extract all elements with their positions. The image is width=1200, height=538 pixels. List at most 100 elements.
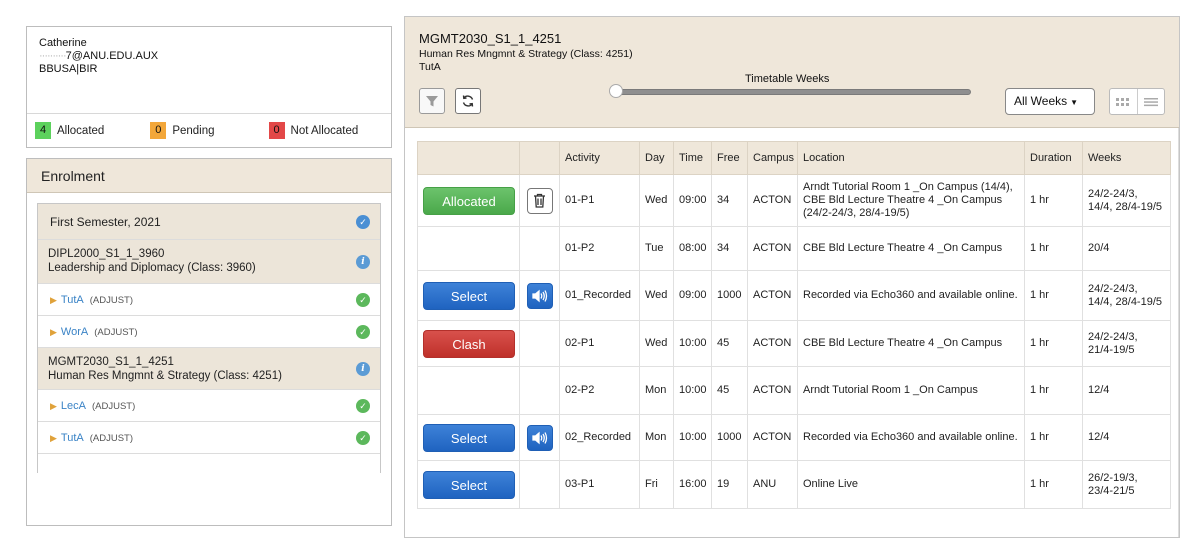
icon-cell [519,174,560,227]
col-header-time[interactable]: Time [673,141,712,175]
filter-button[interactable] [419,88,445,114]
campus-cell: ACTON [747,414,798,461]
icon-cell [519,460,560,509]
col-header-location[interactable]: Location [797,141,1025,175]
adjust-label: (ADJUST) [89,433,134,444]
class-name: Human Res Mngmnt & Strategy (Class: 4251… [419,48,633,60]
free-cell: 34 [711,174,748,227]
class-code: MGMT2030_S1_1_4251 [419,31,562,46]
delete-button[interactable] [526,187,553,214]
list-view-button[interactable] [1138,89,1165,114]
course-row-dipl2000[interactable]: DIPL2000_S1_1_3960 Leadership and Diplom… [38,240,380,284]
refresh-button[interactable] [455,88,481,114]
check-icon: ✓ [356,430,370,445]
caret-down-icon: ▼ [1070,98,1079,107]
free-cell: 45 [711,366,748,415]
duration-cell: 1 hr [1024,414,1083,461]
table-row: Allocated 01-P1 Wed 09:00 34 ACTON Arndt Tutor… [417,174,1171,227]
activity-cell: 01-P1 [559,174,640,227]
activity-cell: 03-P1 [559,460,640,509]
col-header-campus[interactable]: Campus [747,141,798,175]
activity-link[interactable]: LecA [61,400,86,412]
clash-button[interactable]: Clash [423,329,515,358]
weeks-slider-handle[interactable] [609,84,623,98]
location-cell: Online Live [797,460,1025,509]
enrolment-panel: Enrolment First Semester, 2021 ✓ DIPL200… [26,158,392,526]
check-icon: ✓ [356,324,370,339]
col-header-day[interactable]: Day [639,141,674,175]
activity-link[interactable]: TutA [61,294,84,306]
pending-count-badge: 0 [150,122,167,139]
icon-cell [519,270,560,321]
free-cell: 1000 [711,414,748,461]
activity-row-wora[interactable]: ▶ WorA (ADJUST) ✓ [38,316,380,348]
triangle-right-icon: ▶ [50,401,57,411]
activity-cell: 02_Recorded [559,414,640,461]
class-options-table: Activity Day Time Free Campus Location D… [417,141,1171,509]
icon-cell [519,320,560,367]
campus-cell: ACTON [747,174,798,227]
trash-icon [534,193,545,208]
audio-button[interactable] [526,282,553,309]
status-allocated: 4 Allocated [35,122,104,139]
course-name: Human Res Mngmnt & Strategy (Class: 4251… [48,370,282,382]
list-view-icon [1143,97,1158,106]
location-cell: Arndt Tutorial Room 1 _On Campus [797,366,1025,415]
col-header-weeks[interactable]: Weeks [1082,141,1171,175]
scroll-track[interactable] [1178,128,1179,537]
table-header-row: Activity Day Time Free Campus Location D… [417,141,1171,175]
allocation-status-bar: 4 Allocated 0 Pending 0 Not Allocated [27,113,391,147]
location-cell: Recorded via Echo360 and available onlin… [797,414,1025,461]
time-cell: 08:00 [673,226,712,271]
select-button[interactable]: Select [423,470,515,499]
col-header-activity[interactable]: Activity [559,141,640,175]
weeks-cell: 24/2-24/3, 14/4, 28/4-19/5 [1082,270,1171,321]
location-cell: CBE Bld Lecture Theatre 4 _On Campus [797,226,1025,271]
course-name: Leadership and Diplomacy (Class: 3960) [48,262,256,274]
email-suffix: 7@ANU.EDU.AUX [65,50,159,62]
activity-link[interactable]: TutA [61,432,84,444]
user-email: ··········7@ANU.EDU.AUX [39,50,379,63]
day-cell: Fri [639,460,674,509]
day-cell: Mon [639,366,674,415]
weeks-dropdown-value: All Weeks [1014,94,1068,108]
campus-cell: ACTON [747,320,798,367]
select-button[interactable]: Select [423,281,515,310]
check-icon: ✓ [356,292,370,307]
class-header: MGMT2030_S1_1_4251 Human Res Mngmnt & St… [405,17,1179,128]
grid-view-icon [1116,97,1130,106]
allocated-button[interactable]: Allocated [423,186,515,215]
activity-row-leca[interactable]: ▶ LecA (ADJUST) ✓ [38,390,380,422]
action-cell [417,226,520,271]
icon-cell [519,414,560,461]
duration-cell: 1 hr [1024,270,1083,321]
info-icon[interactable]: i [356,254,370,269]
weeks-cell: 20/4 [1082,226,1171,271]
audio-button[interactable] [526,424,553,451]
view-toggle [1109,88,1165,115]
course-row-mgmt2030[interactable]: MGMT2030_S1_1_4251 Human Res Mngmnt & St… [38,348,380,390]
grid-view-button[interactable] [1110,89,1138,114]
adjust-label: (ADJUST) [92,401,136,412]
free-cell: 45 [711,320,748,367]
select-button[interactable]: Select [423,423,515,452]
info-icon[interactable]: i [356,361,370,376]
semester-row[interactable]: First Semester, 2021 ✓ [38,204,380,240]
table-row: 01-P2 Tue 08:00 34 ACTON CBE Bld Lecture Thea… [417,226,1171,271]
weeks-cell: 24/2-24/3, 21/4-19/5 [1082,320,1171,367]
refresh-icon [462,95,474,107]
email-mask: ·········· [39,50,67,62]
pending-label: Pending [172,124,215,137]
timetable-weeks-label: Timetable Weeks [745,73,830,85]
col-header-free[interactable]: Free [711,141,748,175]
activity-row-tuta-2[interactable]: ▶ TutA (ADJUST) ✓ [38,422,380,454]
weeks-dropdown[interactable]: All Weeks ▼ [1005,88,1095,115]
activity-link[interactable]: WorA [61,326,88,338]
col-header-duration[interactable]: Duration [1024,141,1083,175]
duration-cell: 1 hr [1024,366,1083,415]
weeks-slider-track[interactable] [615,89,971,95]
free-cell: 19 [711,460,748,509]
activity-row-tuta[interactable]: ▶ TutA (ADJUST) ✓ [38,284,380,316]
campus-cell: ACTON [747,270,798,321]
table-row: Select 02_Recorded Mon 10:00 1000 ACTON Record… [417,414,1171,461]
